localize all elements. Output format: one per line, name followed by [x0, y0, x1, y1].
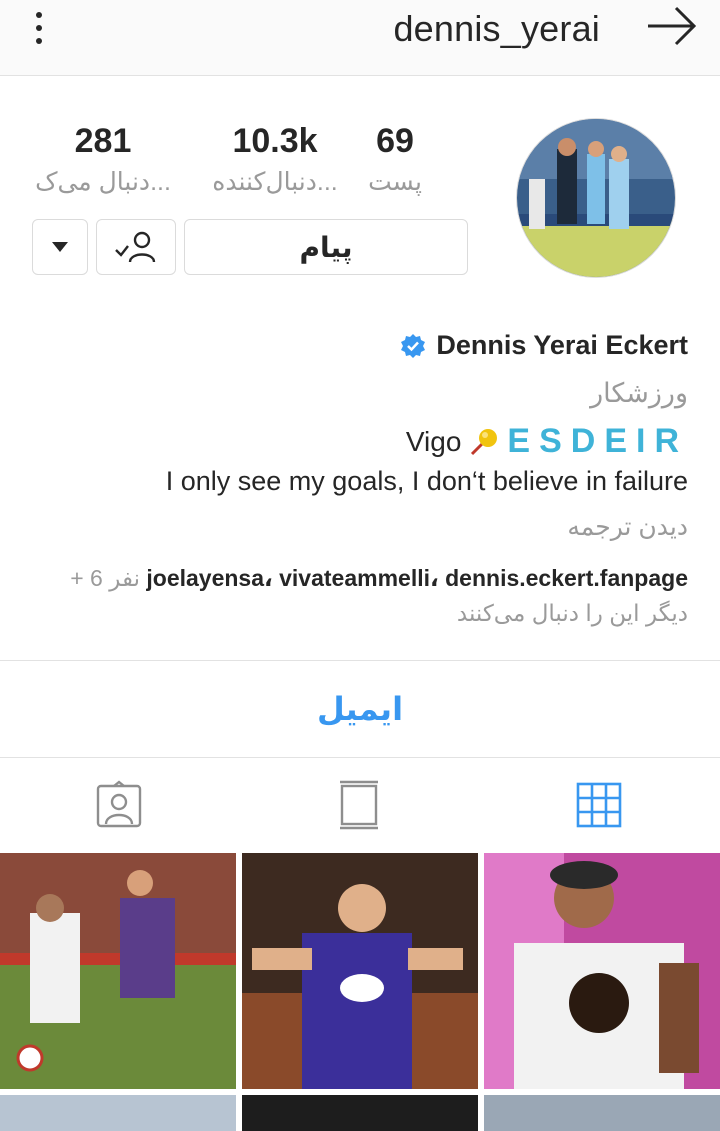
following-label: دنبال می‌ک...	[35, 168, 171, 196]
followed-by-caption: دیگر این را دنبال می‌کنند	[456, 600, 688, 626]
back-arrow-icon[interactable]	[646, 4, 698, 48]
following-count[interactable]: 281 دنبال می‌ک...	[28, 122, 178, 197]
post-thumbnail[interactable]	[484, 1095, 720, 1131]
post-thumbnail[interactable]	[484, 853, 720, 1089]
profile-category: ورزشکار	[590, 378, 688, 408]
followers-count[interactable]: 10.3k دنبال‌کننده...	[195, 122, 355, 197]
profile-username: dennis_yerai	[393, 8, 600, 49]
message-button[interactable]: پیام	[184, 219, 468, 275]
posts-value: 69	[376, 122, 414, 160]
following-value: 281	[74, 122, 132, 160]
grid-view-tab-icon[interactable]	[574, 780, 624, 830]
bio-quote: I only see my goals, I don‘t believe in …	[165, 466, 688, 496]
post-thumbnail[interactable]	[242, 1095, 478, 1131]
see-translation-link[interactable]: دیدن ترجمه	[567, 512, 688, 542]
profile-avatar[interactable]	[516, 118, 676, 278]
suggestions-dropdown-button[interactable]	[32, 219, 88, 275]
more-options-icon[interactable]	[28, 10, 50, 46]
post-thumbnail[interactable]	[0, 1095, 236, 1131]
bio-esdeir-text: ESDEIR	[507, 422, 688, 460]
post-thumbnail[interactable]	[242, 853, 478, 1089]
following-status-button[interactable]	[96, 219, 176, 275]
followers-value: 10.3k	[232, 122, 318, 160]
pushpin-emoji-icon	[471, 428, 498, 455]
post-thumbnail[interactable]	[0, 853, 236, 1089]
followed-by-names: joelayensa، vivateammelli، dennis.eckert…	[146, 565, 688, 591]
caret-down-icon	[52, 242, 68, 252]
top-bar: dennis_yerai	[0, 0, 720, 76]
person-check-icon	[115, 231, 156, 263]
tagged-photos-tab-icon[interactable]	[94, 780, 144, 830]
profile-full-name: Dennis Yerai Eckert	[436, 330, 688, 360]
followers-label: دنبال‌کننده...	[212, 168, 338, 196]
photo-grid	[0, 853, 720, 1131]
bio-vigo-text: Vigo	[405, 425, 462, 457]
followed-by-more: + 6 نفر	[70, 565, 140, 591]
bio-line-vigo: Vigo ESDEIR	[406, 422, 688, 461]
profile-tabs	[0, 758, 720, 852]
feed-view-tab-icon[interactable]	[334, 780, 384, 830]
email-button[interactable]: ایمیل	[0, 661, 720, 757]
posts-count[interactable]: 69 پست	[360, 122, 430, 197]
profile-name-row: Dennis Yerai Eckert	[400, 330, 688, 361]
followed-by-line[interactable]: + 6 نفر joelayensa، vivateammelli، denni…	[70, 565, 688, 592]
verified-badge-icon	[401, 333, 426, 358]
posts-label: پست	[368, 168, 422, 196]
